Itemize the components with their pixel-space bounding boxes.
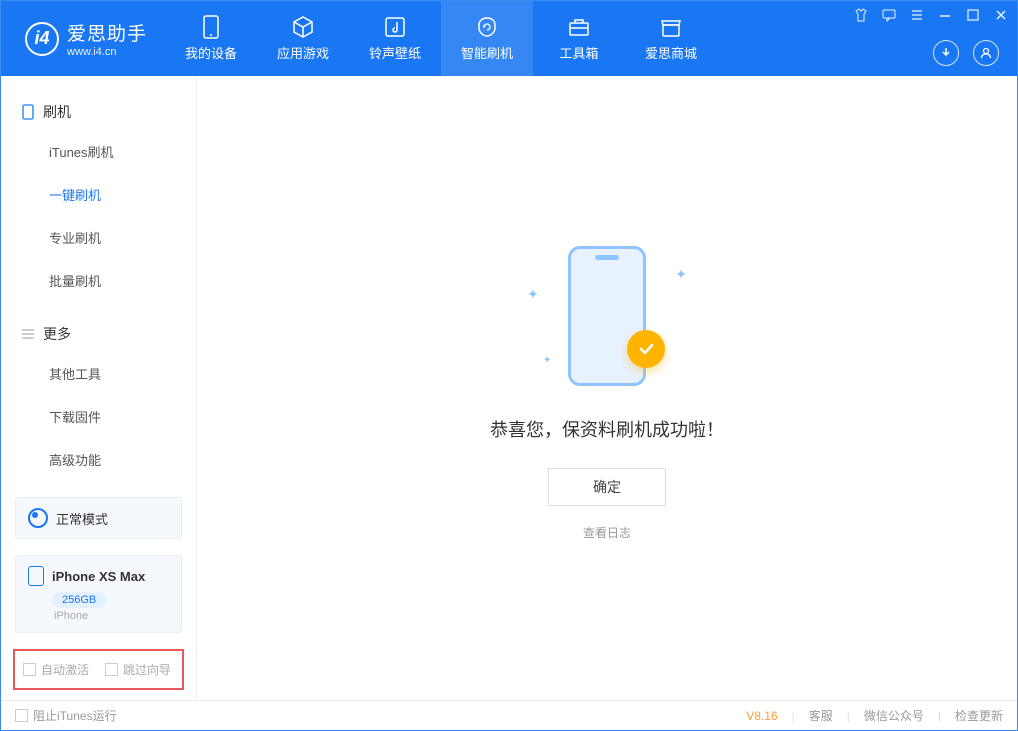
nav-tab-toolbox[interactable]: 工具箱 [533,1,625,76]
device-name-row: iPhone XS Max [28,566,169,586]
checkbox-label: 自动激活 [41,661,89,678]
nav-tab-apps-games[interactable]: 应用游戏 [257,1,349,76]
nav-tab-smart-flash[interactable]: 智能刷机 [441,1,533,76]
device-type: iPhone [54,610,169,622]
app-title: 爱思助手 [67,19,147,46]
nav-tab-label: 我的设备 [185,43,237,62]
phone-icon [28,566,44,586]
sidebar-item-onekey-flash[interactable]: 一键刷机 [1,173,196,216]
app-header: i4 爱思助手 www.i4.cn 我的设备 应用游戏 铃声壁纸 智能刷机 工具… [1,1,1017,76]
statusbar-link-wechat[interactable]: 微信公众号 [864,707,924,724]
sidebar-section-label: 刷机 [43,102,71,122]
statusbar-right: V8.16 | 客服 | 微信公众号 | 检查更新 [746,707,1003,724]
app-body: 刷机 iTunes刷机 一键刷机 专业刷机 批量刷机 更多 其他工具 下载固件 … [1,76,1017,700]
nav-tab-my-device[interactable]: 我的设备 [165,1,257,76]
minimize-button[interactable] [937,7,953,23]
success-message: 恭喜您，保资料刷机成功啦！ [490,416,724,442]
nav-tab-label: 智能刷机 [461,43,513,62]
sidebar-item-itunes-flash[interactable]: iTunes刷机 [1,130,196,173]
device-mode-box: 正常模式 [15,497,182,539]
user-profile-button[interactable] [973,40,999,66]
list-icon [21,327,35,341]
nav-tab-label: 应用游戏 [277,43,329,62]
cube-icon [291,15,315,39]
checkbox-icon [23,663,36,676]
phone-small-icon [21,105,35,119]
sidebar-scroll: 刷机 iTunes刷机 一键刷机 专业刷机 批量刷机 更多 其他工具 下载固件 … [1,76,196,489]
window-controls [853,7,1009,23]
sidebar-item-pro-flash[interactable]: 专业刷机 [1,216,196,259]
statusbar: 阻止iTunes运行 V8.16 | 客服 | 微信公众号 | 检查更新 [1,700,1017,730]
app-logo-icon: i4 [25,22,59,56]
device-name: iPhone XS Max [52,569,145,584]
nav-tab-label: 爱思商城 [645,43,697,62]
sidebar-item-download-firmware[interactable]: 下载固件 [1,395,196,438]
checkbox-icon [15,709,28,722]
sidebar: 刷机 iTunes刷机 一键刷机 专业刷机 批量刷机 更多 其他工具 下载固件 … [1,76,197,700]
ok-button[interactable]: 确定 [548,468,666,506]
device-mode-label: 正常模式 [56,509,108,528]
sparkle-icon: ✦ [543,355,551,366]
header-right-buttons [933,40,999,66]
device-info-box[interactable]: iPhone XS Max 256GB iPhone [15,555,182,633]
close-button[interactable] [993,7,1009,23]
mode-icon [28,508,48,528]
version-label: V8.16 [746,709,777,723]
sidebar-section-more: 更多 [1,316,196,352]
feedback-icon[interactable] [881,7,897,23]
nav-tab-ringtones-wallpapers[interactable]: 铃声壁纸 [349,1,441,76]
store-icon [659,15,683,39]
success-illustration: ✦ ✦ ✦ [507,236,707,396]
view-log-link[interactable]: 查看日志 [583,524,631,541]
checkbox-skip-guide[interactable]: 跳过向导 [105,661,171,678]
download-button[interactable] [933,40,959,66]
checkmark-badge-icon [627,330,665,368]
sidebar-item-batch-flash[interactable]: 批量刷机 [1,259,196,302]
sidebar-item-advanced[interactable]: 高级功能 [1,438,196,481]
nav-tab-label: 工具箱 [560,43,599,62]
checkbox-auto-activate[interactable]: 自动激活 [23,661,89,678]
tshirt-icon[interactable] [853,7,869,23]
toolbox-icon [567,15,591,39]
nav-tab-label: 铃声壁纸 [369,43,421,62]
nav-tabs: 我的设备 应用游戏 铃声壁纸 智能刷机 工具箱 爱思商城 [165,1,717,76]
main-content: ✦ ✦ ✦ 恭喜您，保资料刷机成功啦！ 确定 查看日志 [197,76,1017,700]
nav-tab-store[interactable]: 爱思商城 [625,1,717,76]
device-capacity-badge: 256GB [52,592,106,608]
menu-icon[interactable] [909,7,925,23]
statusbar-link-update[interactable]: 检查更新 [955,707,1003,724]
sparkle-icon: ✦ [675,266,687,283]
sidebar-section-label: 更多 [43,324,71,344]
sparkle-icon: ✦ [527,286,539,303]
logo-area: i4 爱思助手 www.i4.cn [1,1,165,76]
checkbox-block-itunes[interactable]: 阻止iTunes运行 [15,707,117,724]
music-icon [383,15,407,39]
checkbox-label: 阻止iTunes运行 [33,707,117,724]
device-mode-row: 正常模式 [28,508,169,528]
checkbox-label: 跳过向导 [123,661,171,678]
bottom-checks-highlighted: 自动激活 跳过向导 [13,649,184,690]
logo-text: 爱思助手 www.i4.cn [67,19,147,58]
refresh-shield-icon [475,15,499,39]
sidebar-item-other-tools[interactable]: 其他工具 [1,352,196,395]
sidebar-section-flash: 刷机 [1,94,196,130]
app-subtitle: www.i4.cn [67,46,147,58]
checkbox-icon [105,663,118,676]
maximize-button[interactable] [965,7,981,23]
statusbar-link-support[interactable]: 客服 [809,707,833,724]
device-icon [199,15,223,39]
